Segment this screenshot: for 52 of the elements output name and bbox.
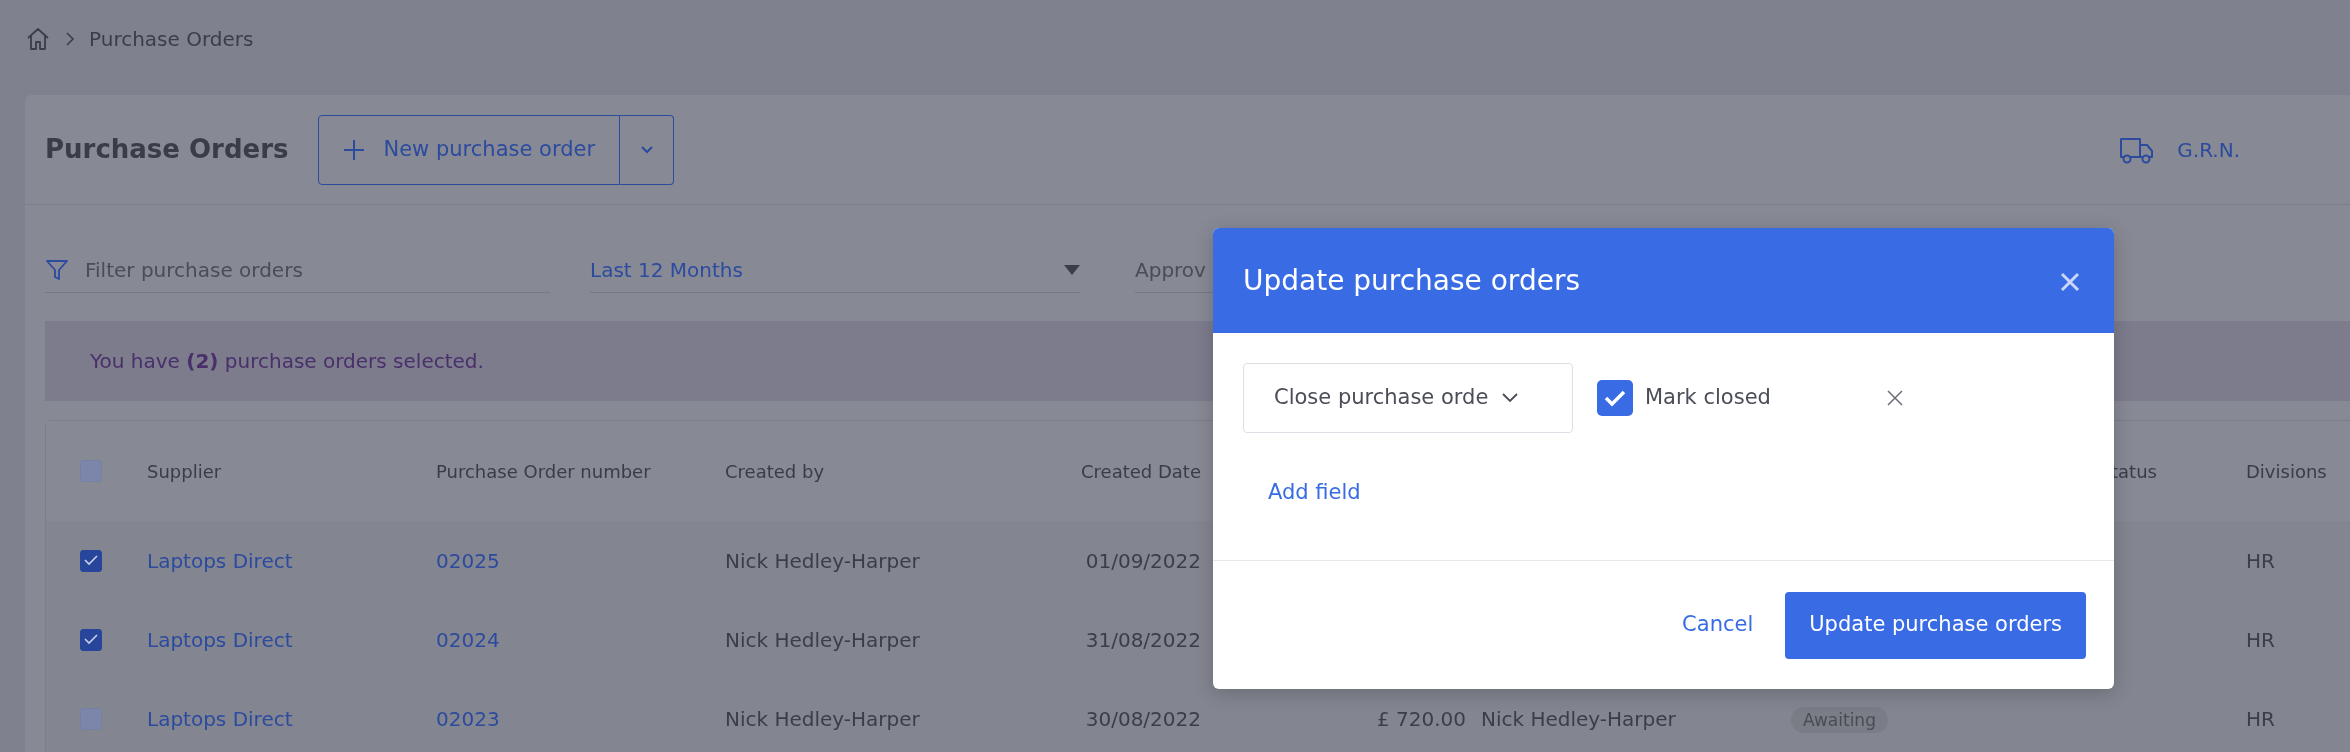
caret-down-icon — [1064, 264, 1080, 275]
grn-link[interactable]: G.R.N. — [2119, 134, 2240, 165]
table-cell: 30/08/2022 — [1085, 706, 1201, 731]
check-icon — [84, 634, 98, 645]
table-cell: HR — [2246, 627, 2275, 652]
checkbox[interactable] — [1597, 380, 1633, 416]
supplier-link[interactable]: Laptops Direct — [147, 706, 293, 731]
column-header[interactable]: Created by — [725, 460, 825, 482]
order-number-link[interactable]: 02023 — [436, 706, 500, 731]
column-header[interactable]: Divisions — [2246, 460, 2327, 482]
checkbox[interactable] — [80, 707, 102, 730]
checkbox[interactable] — [80, 549, 102, 572]
table-cell: Nick Hedley-Harper — [725, 548, 920, 573]
filter-field[interactable]: Filter purchase orders — [45, 247, 550, 293]
check-icon — [84, 555, 98, 566]
column-header[interactable]: Created Date — [1081, 460, 1201, 482]
supplier-link[interactable]: Laptops Direct — [147, 627, 293, 652]
plus-icon — [343, 138, 366, 161]
update-button[interactable]: Update purchase orders — [1785, 591, 2086, 659]
order-number-link[interactable]: 02025 — [436, 548, 500, 573]
new-purchase-order-button[interactable]: New purchase order — [318, 114, 621, 185]
table-cell: Nick Hedley-Harper — [1481, 706, 1676, 731]
period-dropdown[interactable]: Last 12 Months — [590, 247, 1080, 293]
cancel-button[interactable]: Cancel — [1676, 608, 1760, 642]
supplier-link[interactable]: Laptops Direct — [147, 548, 293, 573]
checkbox-label: Mark closed — [1645, 384, 1771, 412]
checkbox[interactable] — [80, 628, 102, 651]
close-icon — [2060, 272, 2080, 292]
chevron-down-icon — [1502, 393, 1519, 403]
table-cell: £ 720.00 — [1376, 706, 1466, 731]
check-icon — [1604, 389, 1626, 407]
column-header[interactable]: Purchase Order number — [436, 460, 651, 482]
add-field-link[interactable]: Add field — [1268, 477, 1361, 509]
table-cell: HR — [2246, 548, 2275, 573]
chevron-down-icon — [639, 145, 654, 154]
selection-message: You have (2) purchase orders selected. — [90, 348, 484, 375]
table-cell: 01/09/2022 — [1085, 548, 1201, 573]
field-select[interactable]: Close purchase orde — [1243, 363, 1573, 433]
remove-icon[interactable] — [1886, 390, 1903, 406]
chevron-right-icon — [65, 31, 75, 47]
breadcrumb-current: Purchase Orders — [89, 26, 254, 53]
table-cell: 31/08/2022 — [1085, 627, 1201, 652]
column-header[interactable]: Supplier — [147, 460, 222, 482]
dropdown-toggle[interactable] — [620, 114, 675, 185]
home-icon[interactable] — [25, 27, 51, 51]
filter-icon — [45, 258, 69, 281]
page-title: Purchase Orders — [45, 133, 289, 166]
dialog-title: Update purchase orders — [1243, 263, 1580, 298]
table-cell: Nick Hedley-Harper — [725, 627, 920, 652]
order-number-link[interactable]: 02024 — [436, 627, 500, 652]
table-cell: Nick Hedley-Harper — [725, 706, 920, 731]
table-cell: HR — [2246, 706, 2275, 731]
